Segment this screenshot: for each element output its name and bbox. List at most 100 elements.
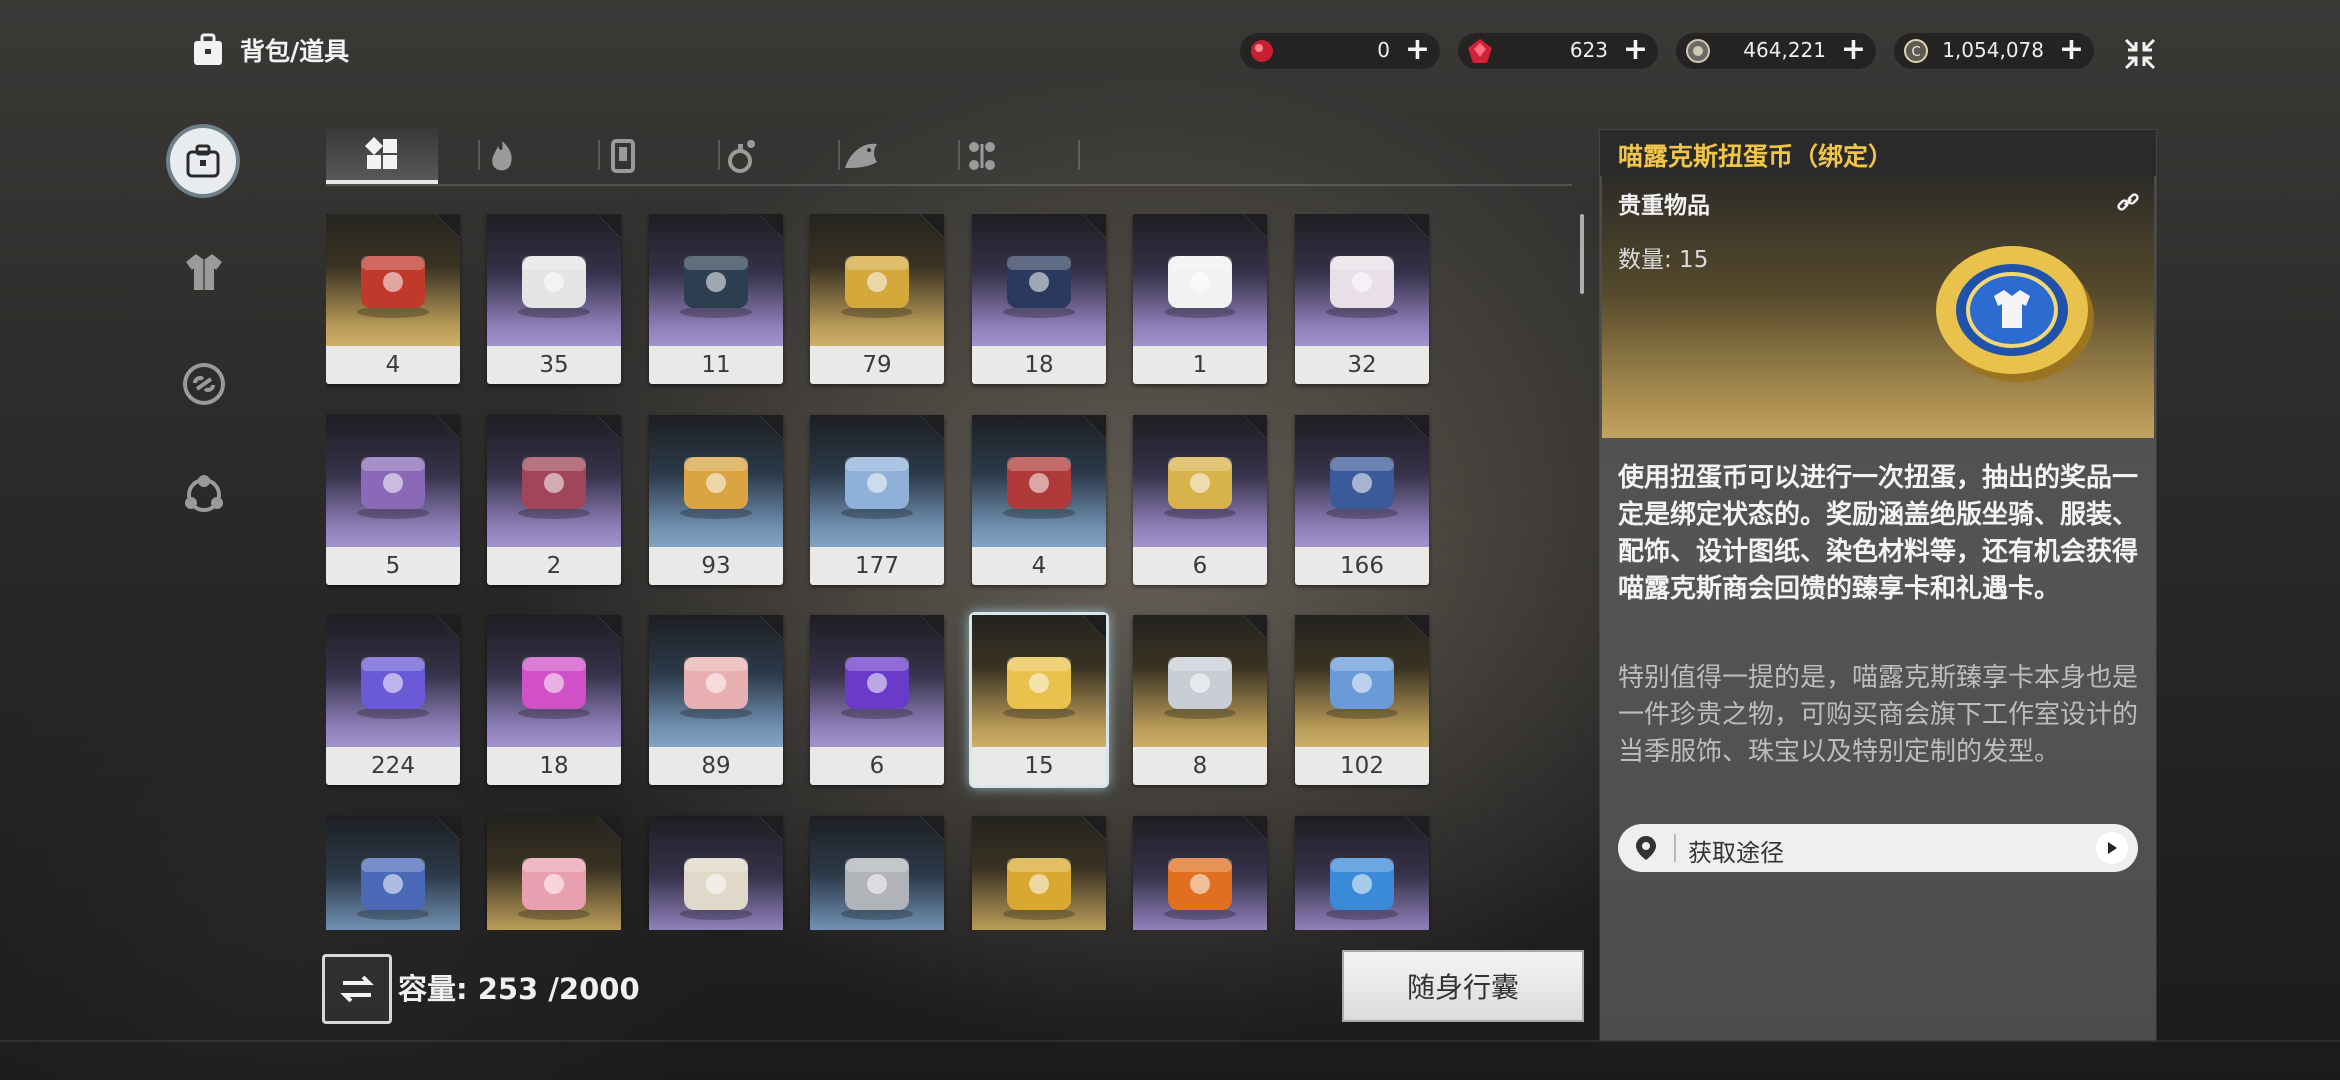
obtain-source-button[interactable]: 获取途径 (1618, 824, 2138, 872)
pouch-icon (357, 457, 429, 519)
slot-corner (436, 415, 460, 439)
slot-corner (1243, 816, 1267, 840)
item-slot[interactable]: 224 (326, 615, 460, 785)
slot-corner (597, 214, 621, 238)
fan-ornament-icon (1326, 657, 1398, 719)
item-flavor-text: 特别值得一提的是，喵露克斯臻享卡本身也是一件珍贵之物，可购买商会旗下工作室设计的… (1618, 663, 2139, 767)
carry-bag-button[interactable]: 随身行囊 (1342, 950, 1584, 1022)
slot-corner (597, 415, 621, 439)
collapse-icon[interactable] (2122, 36, 2158, 72)
item-slot[interactable]: 102 (1295, 615, 1429, 785)
slot-corner (1243, 214, 1267, 238)
item-count: 8 (1192, 753, 1208, 779)
item-slot[interactable]: 18 (972, 214, 1106, 384)
slot-corner (436, 615, 460, 639)
item-count: 4 (1031, 553, 1047, 579)
tab-potion[interactable] (686, 128, 798, 184)
purple-disc-icon (841, 657, 913, 719)
chevron-right-icon (2096, 832, 2128, 864)
item-slot[interactable]: 8 (1133, 615, 1267, 785)
item-slot[interactable]: 5 (326, 415, 460, 585)
item-slot[interactable] (326, 816, 460, 930)
item-slot[interactable]: 4 (972, 415, 1106, 585)
orange-pass-icon (1164, 858, 1236, 920)
gacha-coin-icon (1936, 246, 2094, 382)
add-currency-button[interactable]: + (1841, 35, 1866, 65)
blue-crystal-icon (357, 657, 429, 719)
currency-value: 623 (1569, 38, 1608, 62)
item-slot[interactable]: 15 (972, 615, 1106, 785)
item-detail-panel: 喵露克斯扭蛋币（绑定） 贵重物品 数量: 15 使用扭蛋币可以进行一次扭蛋，抽出… (1600, 130, 2156, 1040)
add-currency-button[interactable]: + (1623, 35, 1648, 65)
item-slot[interactable]: 18 (487, 615, 621, 785)
tab-misc[interactable] (926, 128, 1038, 184)
card-icon (611, 139, 635, 173)
item-slot[interactable]: 4 (326, 214, 460, 384)
currency-silver-coin[interactable]: 464,221 + (1676, 33, 1876, 69)
currency-value: 0 (1377, 38, 1390, 62)
nav-backpack[interactable] (170, 128, 236, 194)
item-slot[interactable]: 177 (810, 415, 944, 585)
pickaxe-icon (357, 858, 429, 920)
gold-box-icon (680, 457, 752, 519)
add-currency-button[interactable]: + (1405, 35, 1430, 65)
item-slot[interactable]: 6 (1133, 415, 1267, 585)
slot-corner (1405, 816, 1429, 840)
item-slot[interactable] (487, 816, 621, 930)
item-slot[interactable]: 79 (810, 214, 944, 384)
item-slot[interactable]: 35 (487, 214, 621, 384)
ruby-icon (1468, 39, 1492, 63)
swap-icon (340, 975, 374, 1003)
item-count: 35 (539, 352, 569, 378)
item-count: 18 (539, 753, 569, 779)
item-slot[interactable] (649, 816, 783, 930)
item-slot[interactable]: 93 (649, 415, 783, 585)
add-currency-button[interactable]: + (2059, 35, 2084, 65)
slot-corner (759, 415, 783, 439)
currency-red-gem[interactable]: 0 + (1240, 33, 1440, 69)
backpack-icon (194, 33, 222, 65)
tab-fish[interactable] (806, 128, 918, 184)
tab-card[interactable] (566, 128, 678, 184)
tab-all[interactable] (326, 128, 438, 184)
item-grid: 4 35 11 79 18 1 32 5 2 93 177 4 6 166 224 18 89 6 15 8 102 (326, 214, 1436, 930)
nav-outfit[interactable] (170, 238, 238, 306)
material-icon (492, 141, 512, 171)
item-count: 18 (1024, 352, 1054, 378)
item-slot[interactable]: 6 (810, 615, 944, 785)
item-slot[interactable] (972, 816, 1106, 930)
item-count: 102 (1340, 753, 1384, 779)
nav-group[interactable] (170, 461, 238, 529)
pink-crystal-shard-icon (518, 858, 590, 920)
slot-corner (436, 214, 460, 238)
gold-trophy-icon (1003, 858, 1075, 920)
currency-gold-coin[interactable]: C 1,054,078 + (1894, 33, 2094, 69)
slot-corner (1405, 214, 1429, 238)
item-slot[interactable]: 2 (487, 415, 621, 585)
slot-corner (759, 214, 783, 238)
slot-corner (1082, 615, 1106, 639)
item-slot[interactable] (1133, 816, 1267, 930)
tab-material[interactable] (446, 128, 558, 184)
red-gift-box-icon (357, 256, 429, 318)
slot-corner (1082, 214, 1106, 238)
item-slot[interactable]: 1 (1133, 214, 1267, 384)
ticket-icon (680, 657, 752, 719)
item-slot[interactable] (1295, 816, 1429, 930)
slot-corner (1082, 415, 1106, 439)
sort-button[interactable] (322, 954, 392, 1024)
tab-divider (1078, 140, 1080, 170)
slot-corner (1243, 415, 1267, 439)
grid-scrollbar[interactable] (1580, 214, 1584, 294)
all-items-icon (365, 137, 397, 169)
item-slot[interactable]: 166 (1295, 415, 1429, 585)
nav-accessory[interactable] (170, 350, 238, 418)
item-count: 6 (869, 753, 885, 779)
item-slot[interactable]: 32 (1295, 214, 1429, 384)
obtain-source-label: 获取途径 (1688, 839, 1784, 867)
item-slot[interactable]: 89 (649, 615, 783, 785)
top-bar: 背包/道具 0 + 623 + 464,221 + C 1,054,078 + (0, 0, 2340, 100)
currency-ruby[interactable]: 623 + (1458, 33, 1658, 69)
item-slot[interactable]: 11 (649, 214, 783, 384)
item-slot[interactable] (810, 816, 944, 930)
